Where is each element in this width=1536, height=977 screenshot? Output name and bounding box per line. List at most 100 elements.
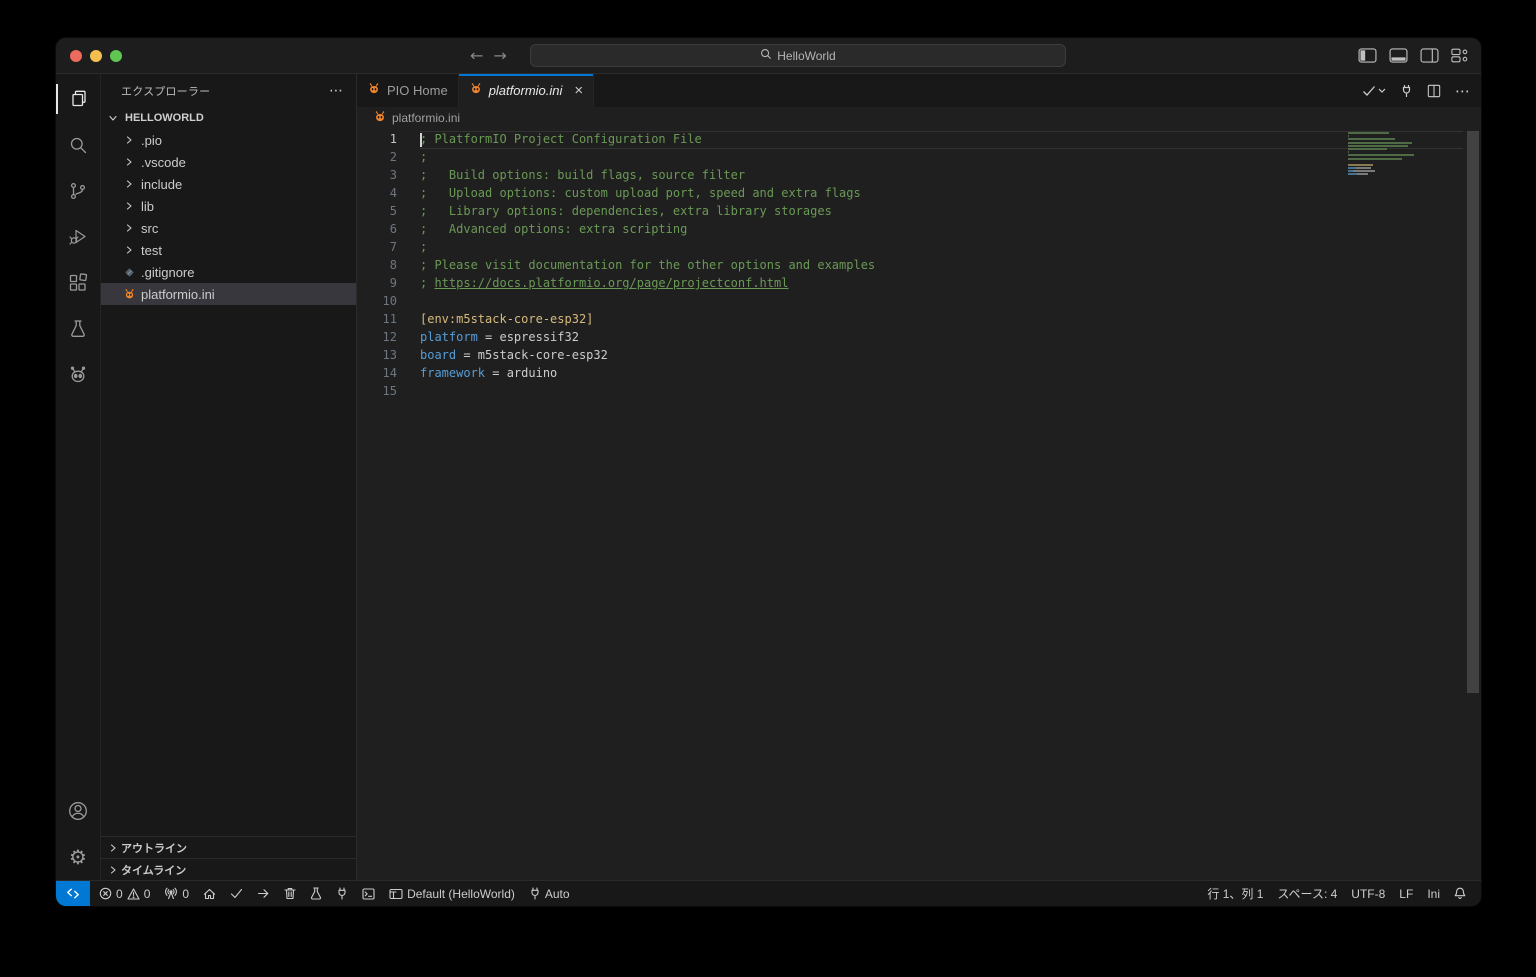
tree-item-vscode[interactable]: .vscode (101, 151, 356, 173)
tree-item-gitignore[interactable]: .gitignore (101, 261, 356, 283)
navigate-back-icon[interactable]: ← (470, 46, 483, 65)
remote-icon (66, 887, 80, 900)
chevron-right-icon (105, 866, 121, 874)
status-pio-upload[interactable] (250, 881, 277, 906)
status-serial-port[interactable]: Auto (522, 881, 577, 906)
tree-item-pio[interactable]: .pio (101, 129, 356, 151)
status-pio-serial-monitor[interactable] (329, 881, 355, 906)
code-segment: = arduino (485, 366, 557, 380)
toggle-panel-icon[interactable] (1389, 48, 1408, 63)
status-language-mode[interactable]: Ini (1420, 881, 1447, 906)
tree-item-lib[interactable]: lib (101, 195, 356, 217)
vscode-window: ← → HelloWorld (56, 38, 1481, 906)
status-pio-project-env[interactable]: Default (HelloWorld) (382, 881, 522, 906)
activity-settings-icon[interactable]: ⚙ (56, 834, 101, 880)
code-editor[interactable]: 1; PlatformIO Project Configuration File… (357, 129, 1481, 880)
activity-testing-icon[interactable] (56, 306, 101, 352)
status-pio-test[interactable] (303, 881, 329, 906)
tab-pio-home[interactable]: PIO Home (357, 74, 459, 107)
code-line-1: 1; PlatformIO Project Configuration File (357, 130, 1481, 148)
editor-scrollbar[interactable] (1467, 131, 1479, 693)
tree-item-src[interactable]: src (101, 217, 356, 239)
customize-layout-icon[interactable] (1451, 48, 1469, 63)
home-icon (203, 888, 216, 900)
close-tab-icon[interactable]: × (574, 83, 583, 98)
code-line-13: 13board = m5stack-core-esp32 (357, 346, 1481, 364)
platformio-icon (121, 288, 137, 301)
breadcrumb-item[interactable]: platformio.ini (392, 111, 460, 125)
status-encoding[interactable]: UTF-8 (1344, 881, 1392, 906)
navigate-forward-icon[interactable]: → (493, 46, 506, 65)
activity-search-icon[interactable] (56, 122, 101, 168)
section-label: アウトライン (121, 840, 187, 856)
status-pio-terminal[interactable] (355, 881, 382, 906)
run-task-icon[interactable] (1362, 85, 1386, 97)
status-pio-clean[interactable] (277, 881, 303, 906)
toggle-secondary-sidebar-icon[interactable] (1420, 48, 1439, 63)
activity-extensions-icon[interactable] (56, 260, 101, 306)
minimap-line (1348, 145, 1416, 147)
code-line-3: 3; Build options: build flags, source fi… (357, 166, 1481, 184)
code-line-12: 12platform = espressif32 (357, 328, 1481, 346)
text-cursor (420, 133, 422, 147)
tree-project-root[interactable]: HELLOWORLD (101, 107, 356, 129)
code-segment: https://docs.platformio.org/page/project… (434, 276, 788, 290)
check-icon (230, 888, 243, 899)
activity-source-control-icon[interactable] (56, 168, 101, 214)
title-bar: ← → HelloWorld (56, 38, 1481, 74)
activity-accounts-icon[interactable] (56, 788, 101, 834)
code-line-7: 7; (357, 238, 1481, 256)
status-problems[interactable]: 00 (92, 881, 157, 906)
activity-explorer-icon[interactable] (56, 76, 101, 122)
close-window-button[interactable] (70, 50, 82, 62)
tree-item-platformio-ini[interactable]: platformio.ini (101, 283, 356, 305)
status-cursor-position[interactable]: 行 1、列 1 (1200, 881, 1270, 906)
code-segment: ; PlatformIO Project Configuration File (420, 132, 702, 146)
status-eol[interactable]: LF (1392, 881, 1420, 906)
file-tree: HELLOWORLD .pio.vscode include lib src test.g… (101, 107, 356, 836)
editor-group: PIO Home platformio.ini × (357, 74, 1481, 880)
more-actions-icon[interactable]: ⋯ (1455, 82, 1471, 100)
status-indentation[interactable]: スペース: 4 (1270, 881, 1344, 906)
minimap-line (1348, 142, 1416, 144)
line-number: 4 (357, 184, 397, 202)
code-line-15: 15 (357, 382, 1481, 400)
chevron-right-icon (121, 202, 137, 210)
status-remote-indicator[interactable] (56, 881, 90, 906)
flask-icon (310, 887, 322, 900)
tree-item-label: lib (141, 199, 154, 214)
minimize-window-button[interactable] (90, 50, 102, 62)
project-name: HELLOWORLD (125, 112, 204, 124)
status-pio-build[interactable] (223, 881, 250, 906)
status-pio-port-count[interactable]: 0 (157, 881, 196, 906)
zoom-window-button[interactable] (110, 50, 122, 62)
search-icon (760, 48, 772, 63)
tree-item-label: src (141, 221, 158, 236)
tree-item-test[interactable]: test (101, 239, 356, 261)
code-line-10: 10 (357, 292, 1481, 310)
minimap-line (1348, 167, 1416, 169)
status-text: 0 (182, 887, 189, 901)
sidebar-section-timeline[interactable]: タイムライン (101, 858, 356, 880)
minimap-line (1348, 158, 1416, 160)
tree-item-include[interactable]: include (101, 173, 356, 195)
activity-run-debug-icon[interactable] (56, 214, 101, 260)
explorer-more-actions-icon[interactable]: ⋯ (329, 82, 344, 99)
status-text: スペース: 4 (1277, 885, 1337, 902)
line-number: 5 (357, 202, 397, 220)
minimap-line (1348, 164, 1416, 166)
trash-icon (284, 887, 296, 900)
sidebar-section-outline[interactable]: アウトライン (101, 836, 356, 858)
serial-monitor-icon[interactable] (1400, 84, 1413, 98)
toggle-primary-sidebar-icon[interactable] (1358, 48, 1377, 63)
minimap[interactable] (1348, 132, 1416, 180)
plug-icon (529, 887, 541, 900)
tab-platformio-ini[interactable]: platformio.ini × (459, 74, 594, 107)
status-notifications[interactable] (1447, 881, 1473, 906)
command-center-search[interactable]: HelloWorld (530, 44, 1066, 67)
code-segment: ; (420, 240, 427, 254)
activity-platformio-icon[interactable] (56, 352, 101, 398)
status-pio-home[interactable] (196, 881, 223, 906)
tree-item-label: include (141, 177, 182, 192)
split-editor-icon[interactable] (1427, 84, 1441, 98)
